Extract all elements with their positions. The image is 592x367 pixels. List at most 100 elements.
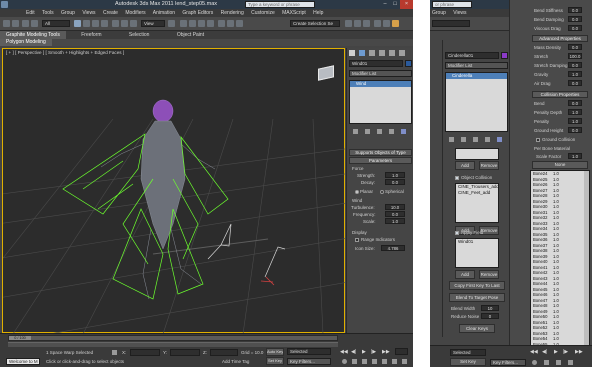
menu-item[interactable]: Views (82, 10, 95, 16)
advanced-properties-rollout[interactable]: Advanced Properties (532, 35, 588, 42)
minimize-icon[interactable]: – (380, 0, 390, 9)
maxscript-listener[interactable]: Welcome to M (6, 358, 40, 365)
orbit-icon[interactable] (556, 360, 561, 365)
select-icon[interactable] (74, 20, 81, 27)
menu-item[interactable]: Customize (251, 10, 275, 16)
menu-item[interactable]: Views (453, 10, 466, 16)
pivot-icon[interactable] (168, 20, 175, 27)
scale-spinner[interactable]: 1.0 (385, 218, 405, 224)
modifier-stack[interactable]: Cinderella (445, 72, 508, 132)
add-button[interactable]: Add (455, 161, 475, 170)
close-icon[interactable]: × (400, 0, 413, 9)
schematic-icon[interactable] (354, 20, 361, 27)
clear-keys-button[interactable]: Clear Keys (459, 324, 495, 333)
set-key-button[interactable]: Set Key (266, 357, 284, 365)
remove-modifier-icon[interactable] (389, 129, 394, 134)
spinner-snap-icon[interactable] (207, 20, 214, 27)
play-icon[interactable]: ▶ (362, 349, 366, 355)
pin-stack-icon[interactable] (449, 137, 454, 142)
stretch-damping-spinner[interactable]: 0.0 (568, 62, 582, 68)
tab-freeform[interactable]: Freeform (75, 31, 107, 39)
time-slider[interactable]: 0 / 100 (8, 335, 338, 341)
bone-list-scrollbar[interactable] (584, 171, 589, 345)
blend-to-target-button[interactable]: Blend To Target Pose (449, 293, 505, 302)
maximize-icon[interactable]: □ (390, 0, 400, 9)
maximize-viewport-icon[interactable] (568, 360, 573, 365)
render-setup-icon[interactable] (374, 20, 381, 27)
strength-spinner[interactable]: 1.0 (385, 172, 405, 178)
gravity-spinner[interactable]: 1.0 (568, 71, 582, 77)
show-end-result-icon[interactable] (365, 129, 370, 134)
menu-item[interactable]: Animation (153, 10, 175, 16)
polygon-modeling-button[interactable]: Polygon Modeling (0, 39, 52, 46)
menu-item[interactable]: Help (313, 10, 323, 16)
pan-icon[interactable] (382, 359, 387, 364)
menu-item[interactable]: Tools (42, 10, 54, 16)
turbulence-spinner[interactable]: 10.0 (385, 204, 405, 210)
window-crossing-icon[interactable] (101, 20, 108, 27)
range-indicators-checkbox[interactable]: Range Indicators (355, 237, 395, 242)
show-end-result-icon[interactable] (461, 137, 466, 142)
orbit-icon[interactable] (392, 359, 397, 364)
utilities-tab-icon[interactable] (399, 50, 405, 56)
modifier-list-dropdown[interactable]: Modifier List (349, 70, 412, 77)
second-search-input[interactable]: or phrase (432, 1, 472, 8)
remove-modifier-icon[interactable] (485, 137, 490, 142)
undo-icon[interactable] (3, 20, 10, 27)
viscous-drag-spinner[interactable]: 0.0 (568, 25, 582, 31)
hierarchy-tab-icon[interactable] (369, 50, 375, 56)
maximize-viewport-icon[interactable] (402, 359, 407, 364)
bend-stiffness-spinner[interactable]: 0.0 (568, 7, 582, 13)
tab-object-paint[interactable]: Object Paint (171, 31, 210, 39)
material-editor-icon[interactable] (363, 20, 370, 27)
object-collision-checkbox[interactable]: Object Collision (455, 175, 492, 180)
layer-icon[interactable] (236, 20, 243, 27)
create-tab-icon[interactable] (349, 50, 355, 56)
previous-frame-icon[interactable]: ◀| (542, 349, 547, 355)
make-unique-icon[interactable] (377, 129, 382, 134)
parameters-rollout[interactable]: Parameters (349, 157, 412, 164)
configure-sets-icon[interactable] (497, 137, 502, 142)
zoom-icon[interactable] (532, 360, 537, 365)
modifier-list-dropdown[interactable]: Modifier List (445, 62, 508, 69)
x-coord-field[interactable] (130, 349, 160, 356)
remove-button[interactable]: Remove (479, 161, 499, 170)
go-to-end-icon[interactable]: ▶▶ (575, 349, 583, 355)
spherical-radio[interactable]: Spherical (380, 189, 404, 194)
collision-properties-rollout[interactable]: Collision Properties (532, 91, 588, 98)
apply-field-checkbox[interactable]: Apply Field (455, 230, 483, 235)
pan-icon[interactable] (544, 360, 549, 365)
rect-select-icon[interactable] (92, 20, 99, 27)
add-time-tag-button[interactable]: Add Time Tag (222, 359, 249, 364)
menu-item[interactable]: MAXScript (282, 10, 306, 16)
ground-collision-checkbox[interactable]: Ground Collision (536, 137, 575, 142)
zoom-icon[interactable] (342, 359, 347, 364)
modifier-stack[interactable]: Wind (349, 80, 412, 124)
rotate-icon[interactable] (121, 20, 128, 27)
align-icon[interactable] (227, 20, 234, 27)
planar-radio[interactable]: Planar (355, 189, 373, 194)
none-button[interactable]: None (532, 161, 588, 169)
link-icon[interactable] (22, 20, 29, 27)
blend-width-spinner[interactable]: 10 (481, 305, 499, 311)
scale-icon[interactable] (130, 20, 137, 27)
zoom-all-icon[interactable] (352, 359, 357, 364)
next-frame-icon[interactable]: |▶ (371, 349, 376, 355)
render-icon[interactable] (392, 20, 399, 27)
copy-first-key-button[interactable]: Copy First Key To Last (449, 281, 505, 290)
go-to-start-icon[interactable]: ◀◀ (530, 349, 538, 355)
perspective-viewport[interactable]: [ + ] [ Perspective ] [ Smooth + Highlig… (2, 48, 346, 334)
snap-icon[interactable] (180, 20, 187, 27)
air-drag-spinner[interactable]: 0.0 (568, 80, 582, 86)
remove-field-button[interactable]: Remove (479, 270, 499, 279)
pin-stack-icon[interactable] (353, 129, 358, 134)
key-mode-dropdown[interactable]: Selected (450, 349, 486, 356)
field-of-view-icon[interactable] (372, 359, 377, 364)
angle-snap-icon[interactable] (189, 20, 196, 27)
move-icon[interactable] (112, 20, 119, 27)
bend-damping-spinner[interactable]: 0.0 (568, 16, 582, 22)
menu-item[interactable]: Rendering (221, 10, 244, 16)
list-item[interactable]: Wind01 (458, 239, 498, 245)
tab-graphite-modeling[interactable]: Graphite Modeling Tools (0, 31, 66, 39)
set-key-button[interactable]: Set Key (450, 358, 486, 366)
